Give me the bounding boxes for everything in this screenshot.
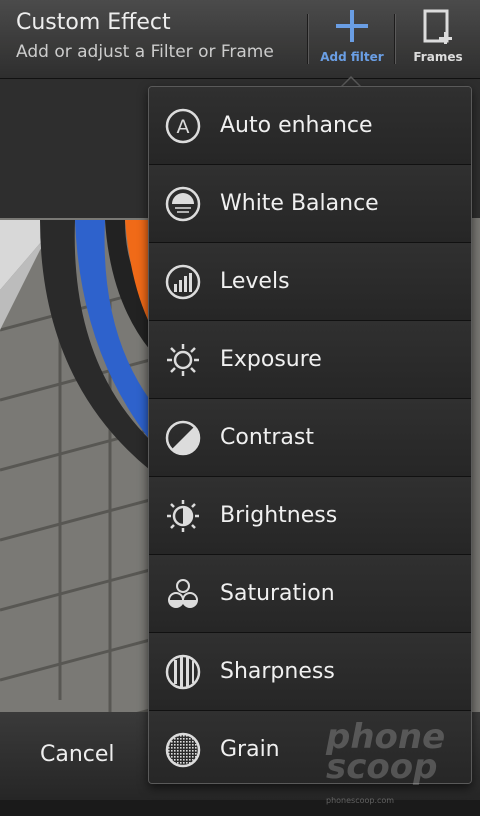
menu-item-label: White Balance [220,191,379,216]
menu-item-label: Saturation [220,581,335,606]
cancel-button[interactable]: Cancel [40,742,115,767]
menu-item-label: Grain [220,737,280,762]
menu-item-label: Exposure [220,347,322,372]
menu-item-label: Sharpness [220,659,335,684]
header-divider [307,14,308,64]
page-title: Custom Effect [16,10,171,35]
sharpness-icon [165,654,201,690]
watermark-logo: phone scoop phonescoop.com [326,717,446,805]
menu-item-saturation[interactable]: Saturation [149,555,471,633]
menu-item-auto-enhance[interactable]: A Auto enhance [149,87,471,165]
contrast-icon [165,420,201,456]
menu-item-label: Contrast [220,425,315,450]
add-filter-button[interactable]: Add filter [316,4,388,76]
frames-button[interactable]: Frames [404,4,472,76]
white-balance-icon [165,186,201,222]
auto-enhance-icon: A [165,108,201,144]
menu-item-exposure[interactable]: Exposure [149,321,471,399]
menu-item-levels[interactable]: Levels [149,243,471,321]
filter-menu: A Auto enhance White Balance Levels Expo… [148,86,472,784]
grain-icon [165,732,201,768]
header-bar: Custom Effect Add or adjust a Filter or … [0,0,480,79]
menu-item-white-balance[interactable]: White Balance [149,165,471,243]
menu-item-label: Auto enhance [220,113,373,138]
menu-item-contrast[interactable]: Contrast [149,399,471,477]
menu-item-label: Levels [220,269,290,294]
menu-item-label: Brightness [220,503,338,528]
plus-icon [336,10,368,42]
brightness-icon [167,500,199,532]
frames-label: Frames [413,50,463,64]
menu-item-brightness[interactable]: Brightness [149,477,471,555]
header-divider [394,14,395,64]
add-filter-label: Add filter [320,50,384,64]
svg-text:A: A [177,116,190,138]
menu-item-sharpness[interactable]: Sharpness [149,633,471,711]
page-subtitle: Add or adjust a Filter or Frame [16,42,274,62]
saturation-icon [168,579,198,608]
levels-icon [165,264,201,300]
frame-icon [423,9,452,44]
exposure-icon [167,344,199,376]
